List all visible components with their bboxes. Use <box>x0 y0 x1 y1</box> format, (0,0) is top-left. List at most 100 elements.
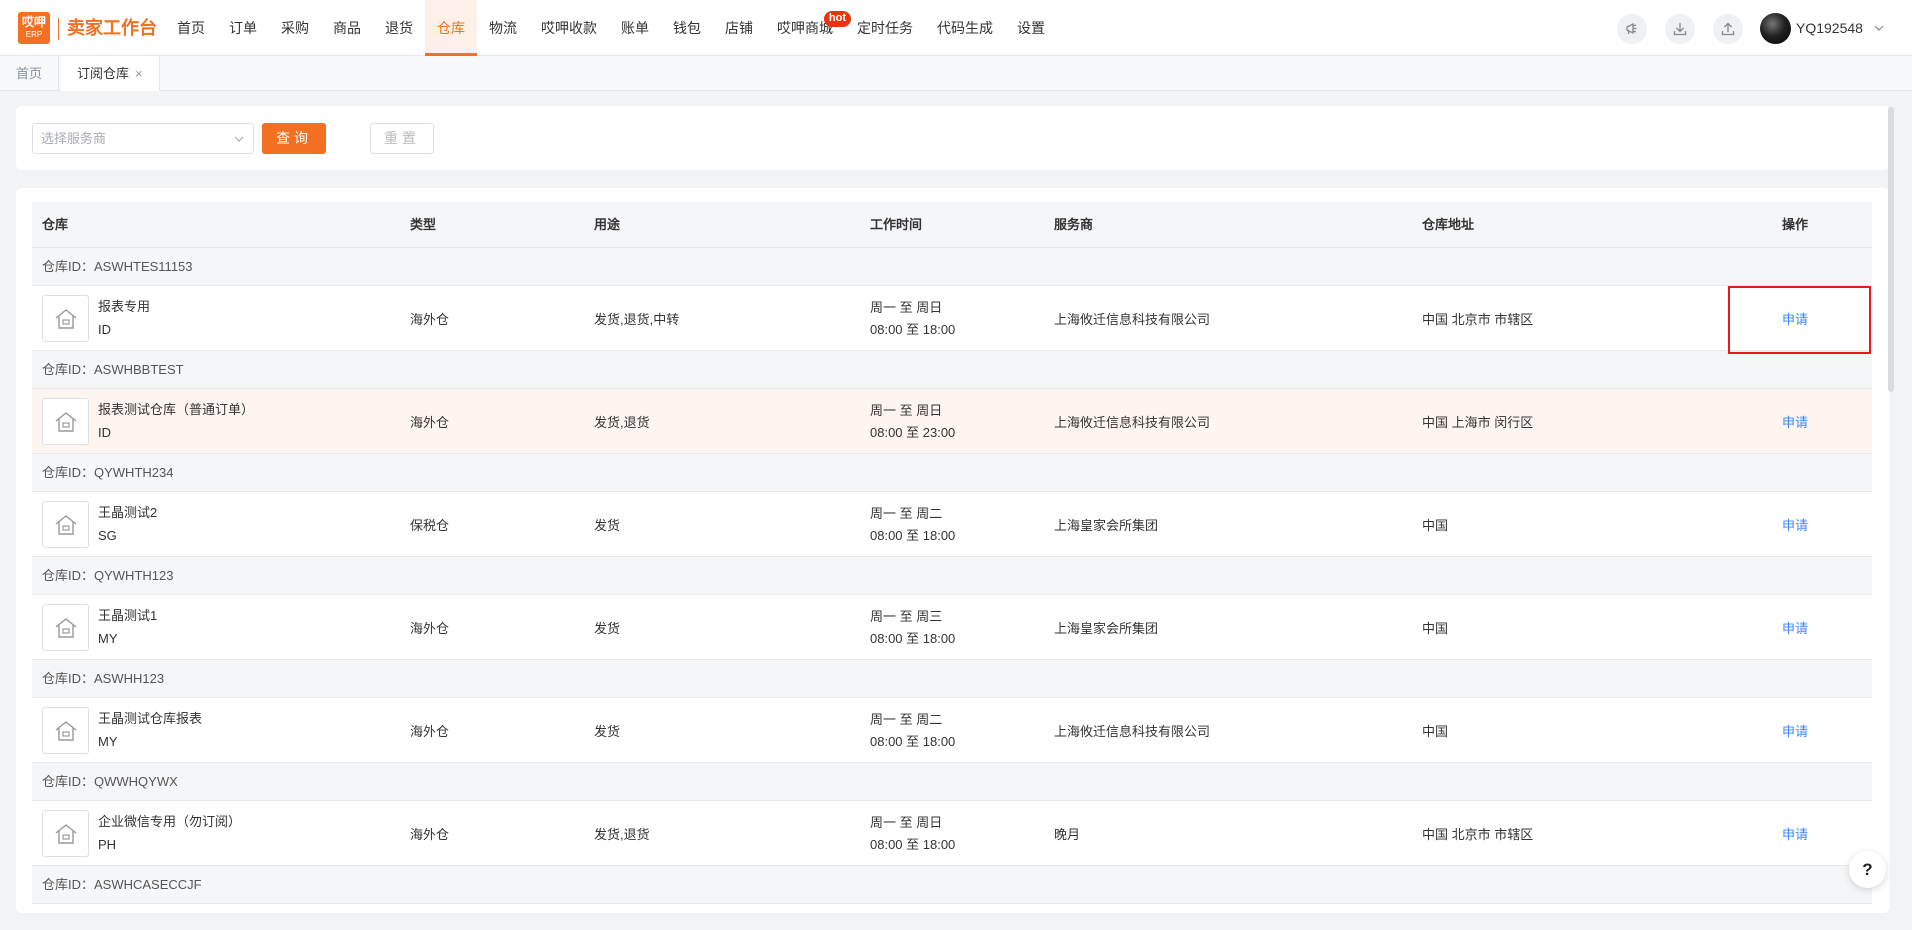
logo-subtext: ERP <box>25 30 43 39</box>
table-body: 仓库ID：ASWHTES11153 报表专用 ID 海外仓 发货,退货,中转 周… <box>32 248 1872 904</box>
nav-item-purchase[interactable]: 采购 <box>269 0 321 56</box>
nav-item-mall[interactable]: 哎呷商城 hot <box>765 0 851 56</box>
warehouse-address: 中国 上海市 闵行区 <box>1422 415 1534 430</box>
nav-item-codegen[interactable]: 代码生成 <box>925 0 1005 56</box>
work-hours: 08:00 至 18:00 <box>870 837 956 852</box>
logo-text: 哎呷 <box>21 15 46 29</box>
table-row: 企业微信专用（勿订阅） PH 海外仓 发货,退货 周一 至 周日 08:00 至 … <box>32 801 1872 866</box>
warehouse-usage: 发货,退货 <box>594 827 650 842</box>
nav-item-home[interactable]: 首页 <box>165 0 217 56</box>
work-hours: 08:00 至 18:00 <box>870 528 956 543</box>
nav-item-wallet[interactable]: 钱包 <box>661 0 713 56</box>
warehouse-usage: 发货 <box>594 621 621 636</box>
work-hours: 08:00 至 18:00 <box>870 631 956 646</box>
warehouse-address: 中国 北京市 市辖区 <box>1422 312 1534 327</box>
col-address: 仓库地址 <box>1422 217 1475 232</box>
work-hours: 08:00 至 18:00 <box>870 734 956 749</box>
warehouse-icon <box>42 501 89 548</box>
warehouse-id-row: 仓库ID：QYWHTH234 <box>32 454 1872 492</box>
warehouse-table-panel: 仓库 类型 用途 工作时间 服务商 仓库地址 操作 仓库ID：ASWHTES11… <box>16 188 1890 913</box>
warehouse-name: 王晶测试2 <box>98 505 158 520</box>
apply-link[interactable]: 申请 <box>1782 618 1808 637</box>
filter-panel: 选择服务商 查询 重置 <box>16 106 1890 170</box>
table-row: 王晶测试1 MY 海外仓 发货 周一 至 周三 08:00 至 18:00 上海皇… <box>32 595 1872 660</box>
nav-item-products[interactable]: 商品 <box>321 0 373 56</box>
warehouse-icon <box>42 707 89 754</box>
col-work-time: 工作时间 <box>870 217 923 232</box>
col-warehouse: 仓库 <box>42 217 69 232</box>
work-days: 周一 至 周日 <box>870 815 943 830</box>
nav-item-payments[interactable]: 哎呷收款 <box>529 0 609 56</box>
reset-button[interactable]: 重置 <box>370 123 434 154</box>
upload-icon[interactable] <box>1713 14 1743 44</box>
work-hours: 08:00 至 23:00 <box>870 425 956 440</box>
nav-item-orders[interactable]: 订单 <box>217 0 269 56</box>
table-header: 仓库 类型 用途 工作时间 服务商 仓库地址 操作 <box>32 202 1872 248</box>
help-button[interactable]: ? <box>1849 851 1886 888</box>
nav-item-warehouse[interactable]: 仓库 <box>425 0 477 56</box>
work-days: 周一 至 周三 <box>870 609 943 624</box>
warehouse-id-row: 仓库ID：QYWHTH123 <box>32 557 1872 595</box>
avatar[interactable] <box>1760 13 1791 44</box>
nav-item-returns[interactable]: 退货 <box>373 0 425 56</box>
warehouse-code: PH <box>98 837 117 852</box>
brand-name: 卖家工作台 <box>67 18 157 38</box>
col-provider: 服务商 <box>1054 217 1094 232</box>
apply-link[interactable]: 申请 <box>1782 721 1808 740</box>
brand-divider <box>58 18 59 40</box>
provider-select[interactable]: 选择服务商 <box>32 123 254 154</box>
warehouse-icon <box>42 295 89 342</box>
query-button[interactable]: 查询 <box>262 123 326 154</box>
warehouse-code: ID <box>98 425 111 440</box>
work-time: 周一 至 周二 08:00 至 18:00 <box>870 503 955 543</box>
work-days: 周一 至 周二 <box>870 712 943 727</box>
warehouse-type: 海外仓 <box>410 724 450 739</box>
apply-link[interactable]: 申请 <box>1782 412 1808 431</box>
warehouse-address: 中国 北京市 市辖区 <box>1422 827 1534 842</box>
announcement-icon[interactable] <box>1617 14 1647 44</box>
warehouse-icon <box>42 604 89 651</box>
work-days: 周一 至 周二 <box>870 506 943 521</box>
nav-item-logistics[interactable]: 物流 <box>477 0 529 56</box>
nav-item-scheduled-tasks[interactable]: 定时任务 <box>845 0 925 56</box>
warehouse-name: 报表专用 <box>98 299 151 314</box>
col-action: 操作 <box>1782 217 1809 232</box>
col-type: 类型 <box>410 217 437 232</box>
scrollbar[interactable] <box>1888 107 1894 392</box>
provider-name: 晚月 <box>1054 827 1081 842</box>
warehouse-address: 中国 <box>1422 518 1449 533</box>
download-icon[interactable] <box>1665 14 1695 44</box>
page-tabs: 首页 订阅仓库 × <box>0 56 1912 91</box>
table-row: 王晶测试2 SG 保税仓 发货 周一 至 周二 08:00 至 18:00 上海皇… <box>32 492 1872 557</box>
work-time: 周一 至 周日 08:00 至 18:00 <box>870 812 955 852</box>
tab-subscribe-warehouse[interactable]: 订阅仓库 × <box>61 56 160 91</box>
close-icon[interactable]: × <box>135 66 143 81</box>
warehouse-name: 报表测试仓库（普通订单） <box>98 402 255 417</box>
nav-item-settings[interactable]: 设置 <box>1005 0 1057 56</box>
main-nav: 首页 订单 采购 商品 退货 仓库 物流 哎呷收款 账单 钱包 店铺 哎呷商城 … <box>165 0 1057 56</box>
provider-name: 上海皇家会所集团 <box>1054 621 1159 636</box>
apply-link[interactable]: 申请 <box>1782 515 1808 534</box>
nav-item-bills[interactable]: 账单 <box>609 0 661 56</box>
tab-home[interactable]: 首页 <box>0 56 60 91</box>
apply-link[interactable]: 申请 <box>1782 824 1808 843</box>
warehouse-usage: 发货,退货 <box>594 415 650 430</box>
warehouse-code: MY <box>98 734 118 749</box>
warehouse-icon <box>42 398 89 445</box>
warehouse-usage: 发货 <box>594 724 621 739</box>
chevron-down-icon <box>233 132 245 148</box>
warehouse-id-row: 仓库ID：ASWHBBTEST <box>32 351 1872 389</box>
apply-link[interactable]: 申请 <box>1782 309 1808 328</box>
chevron-down-icon[interactable] <box>1872 17 1886 39</box>
provider-name: 上海攸迁信息科技有限公司 <box>1054 415 1211 430</box>
logo[interactable]: 哎呷 ERP <box>18 12 50 44</box>
warehouse-usage: 发货 <box>594 518 621 533</box>
top-navbar: 哎呷 ERP 卖家工作台 首页 订单 采购 商品 退货 仓库 物流 哎呷收款 账… <box>0 0 1912 56</box>
username[interactable]: YQ192548 <box>1796 17 1863 39</box>
work-days: 周一 至 周日 <box>870 300 943 315</box>
warehouse-id-row: 仓库ID：ASWHTES11153 <box>32 248 1872 286</box>
warehouse-name: 王晶测试1 <box>98 608 158 623</box>
warehouse-type: 海外仓 <box>410 312 450 327</box>
provider-name: 上海皇家会所集团 <box>1054 518 1159 533</box>
nav-item-shops[interactable]: 店铺 <box>713 0 765 56</box>
